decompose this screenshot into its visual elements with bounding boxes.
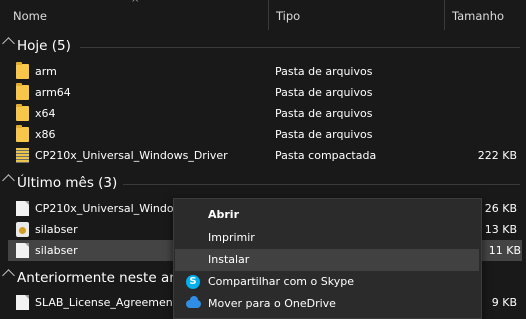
menu-item-share-skype[interactable]: S Compartilhar com o Skype [175, 271, 479, 293]
file-row-x86[interactable]: x86 Pasta de arquivos [0, 124, 526, 145]
chevron-up-icon[interactable] [2, 269, 15, 282]
file-name: x64 [35, 107, 56, 120]
menu-item-print[interactable]: Imprimir [175, 227, 479, 249]
file-row-driver-zip[interactable]: CP210x_Universal_Windows_Driver Pasta co… [0, 145, 526, 166]
group-label: Anteriormente neste an [17, 270, 178, 286]
menu-item-label: Abrir [208, 208, 240, 221]
column-size[interactable]: Tamanho [452, 0, 504, 30]
onedrive-icon [186, 296, 201, 308]
file-name: silabser [35, 223, 78, 236]
file-type: Pasta de arquivos [275, 86, 373, 99]
file-name: silabser [35, 244, 78, 257]
context-menu: Abrir Imprimir Instalar S Compartilhar c… [173, 198, 482, 319]
group-label: Último mês (3) [17, 175, 118, 191]
menu-item-open[interactable]: Abrir [175, 204, 479, 226]
menu-item-label: Imprimir [208, 231, 255, 244]
file-size: 13 KB [484, 223, 517, 236]
folder-icon [16, 104, 29, 121]
column-header: ^ Nome Tipo Tamanho [0, 0, 526, 30]
file-size: 11 KB [488, 244, 521, 257]
file-row-arm64[interactable]: arm64 Pasta de arquivos [0, 82, 526, 103]
file-name: x86 [35, 128, 56, 141]
file-name: arm [35, 65, 57, 78]
skype-icon: S [186, 275, 200, 289]
chevron-up-icon[interactable] [2, 37, 15, 50]
file-type: Pasta compactada [275, 149, 377, 162]
file-row-arm[interactable]: arm Pasta de arquivos [0, 61, 526, 82]
file-name: SLAB_License_Agreement_ [35, 296, 183, 309]
group-last-month[interactable]: Último mês (3) [0, 173, 526, 193]
menu-item-label: Compartilhar com o Skype [208, 275, 354, 288]
group-divider [80, 47, 520, 48]
sort-ascending-icon: ^ [131, 0, 140, 9]
menu-item-label: Mover para o OneDrive [208, 297, 336, 310]
group-today[interactable]: Hoje (5) [0, 36, 526, 56]
document-icon [16, 295, 29, 310]
folder-icon [16, 125, 29, 142]
file-type: Pasta de arquivos [275, 107, 373, 120]
file-row-x64[interactable]: x64 Pasta de arquivos [0, 103, 526, 124]
file-name: CP210x_Universal_Window [35, 202, 183, 215]
document-icon [16, 201, 29, 216]
group-divider [123, 184, 520, 185]
file-size: 9 KB [491, 296, 517, 309]
column-divider[interactable] [268, 0, 269, 30]
security-catalog-icon [16, 222, 29, 237]
menu-item-label: Instalar [208, 253, 250, 266]
file-size: 222 KB [477, 149, 517, 162]
menu-item-install[interactable]: Instalar [175, 249, 479, 271]
file-type: Pasta de arquivos [275, 128, 373, 141]
zip-folder-icon [16, 148, 29, 163]
file-name: arm64 [35, 86, 71, 99]
file-size: 26 KB [484, 202, 517, 215]
menu-item-move-onedrive[interactable]: Mover para o OneDrive [175, 293, 479, 315]
column-divider[interactable] [444, 0, 445, 30]
folder-icon [16, 62, 29, 79]
setup-information-icon [16, 243, 29, 258]
folder-icon [16, 83, 29, 100]
file-name: CP210x_Universal_Windows_Driver [35, 149, 228, 162]
chevron-up-icon[interactable] [2, 174, 15, 187]
group-label: Hoje (5) [17, 38, 71, 54]
column-name[interactable]: Nome [13, 0, 47, 30]
file-type: Pasta de arquivos [275, 65, 373, 78]
column-type[interactable]: Tipo [276, 0, 300, 30]
